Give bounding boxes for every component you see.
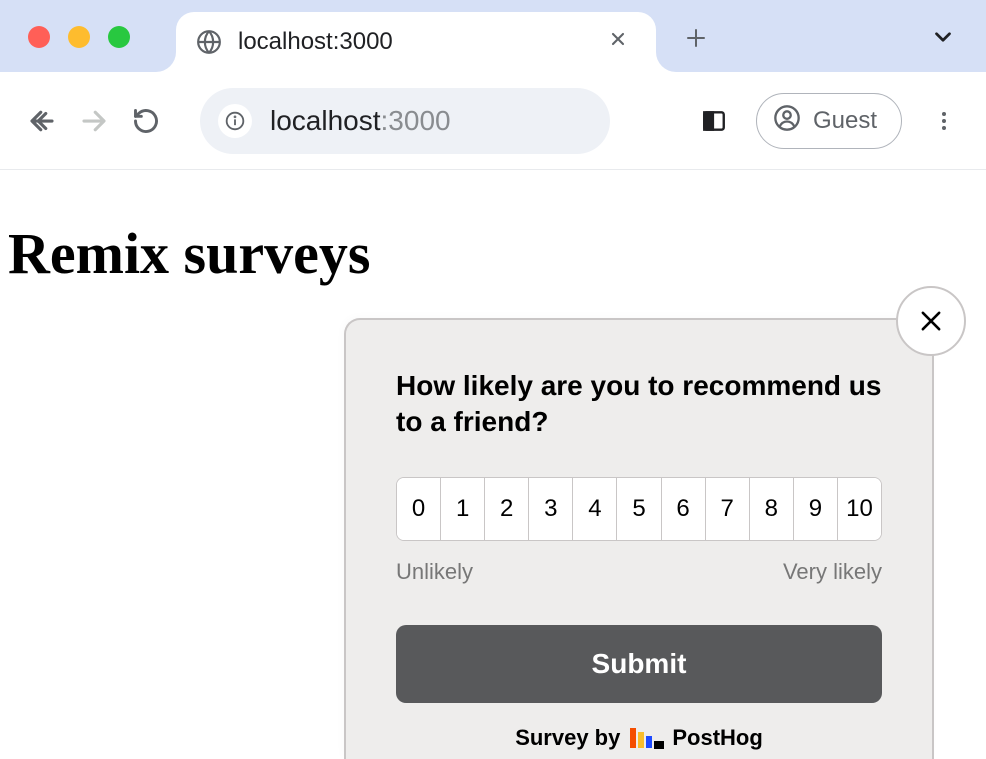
nps-option-0[interactable]: 0	[397, 478, 441, 540]
nps-scale: 0 1 2 3 4 5 6 7 8 9 10	[396, 477, 882, 541]
page-content: Remix surveys How likely are you to reco…	[0, 170, 986, 742]
nps-option-6[interactable]: 6	[662, 478, 706, 540]
nps-option-8[interactable]: 8	[750, 478, 794, 540]
nps-high-label: Very likely	[783, 559, 882, 585]
survey-close-button[interactable]	[896, 286, 966, 356]
nps-low-label: Unlikely	[396, 559, 473, 585]
back-button[interactable]	[20, 99, 64, 143]
browser-tab-strip: localhost:3000	[0, 0, 986, 72]
nps-option-9[interactable]: 9	[794, 478, 838, 540]
posthog-logo[interactable]: PostHog	[630, 725, 762, 751]
url-host: localhost	[270, 105, 381, 137]
submit-button[interactable]: Submit	[396, 625, 882, 703]
nps-option-2[interactable]: 2	[485, 478, 529, 540]
survey-popup: How likely are you to recommend us to a …	[344, 318, 934, 759]
url-port: :3000	[381, 105, 451, 137]
survey-question: How likely are you to recommend us to a …	[396, 368, 882, 441]
window-controls	[28, 26, 130, 48]
reload-button[interactable]	[124, 99, 168, 143]
tab-close-button[interactable]	[600, 25, 636, 59]
side-panel-button[interactable]	[692, 99, 736, 143]
address-bar[interactable]: localhost:3000	[200, 88, 610, 154]
browser-toolbar: localhost:3000 Guest	[0, 72, 986, 170]
nps-option-1[interactable]: 1	[441, 478, 485, 540]
posthog-brand-text: PostHog	[672, 725, 762, 751]
nps-option-5[interactable]: 5	[617, 478, 661, 540]
menu-button[interactable]	[922, 99, 966, 143]
forward-button[interactable]	[72, 99, 116, 143]
window-minimize-button[interactable]	[68, 26, 90, 48]
window-close-button[interactable]	[28, 26, 50, 48]
nps-option-10[interactable]: 10	[838, 478, 881, 540]
new-tab-button[interactable]	[684, 24, 708, 58]
url-text: localhost:3000	[270, 105, 451, 137]
posthog-logo-icon	[630, 728, 664, 748]
profile-icon	[773, 104, 801, 137]
profile-label: Guest	[813, 107, 877, 135]
nps-labels: Unlikely Very likely	[396, 559, 882, 585]
window-maximize-button[interactable]	[108, 26, 130, 48]
survey-footer-prefix: Survey by	[515, 725, 620, 751]
tab-title: localhost:3000	[238, 28, 600, 56]
nps-option-4[interactable]: 4	[573, 478, 617, 540]
tabs-dropdown-button[interactable]	[930, 24, 956, 55]
profile-button[interactable]: Guest	[756, 93, 902, 149]
nps-option-3[interactable]: 3	[529, 478, 573, 540]
page-title: Remix surveys	[8, 220, 978, 287]
browser-tab[interactable]: localhost:3000	[176, 12, 656, 72]
globe-icon	[196, 29, 222, 55]
site-info-button[interactable]	[218, 104, 252, 138]
nps-option-7[interactable]: 7	[706, 478, 750, 540]
